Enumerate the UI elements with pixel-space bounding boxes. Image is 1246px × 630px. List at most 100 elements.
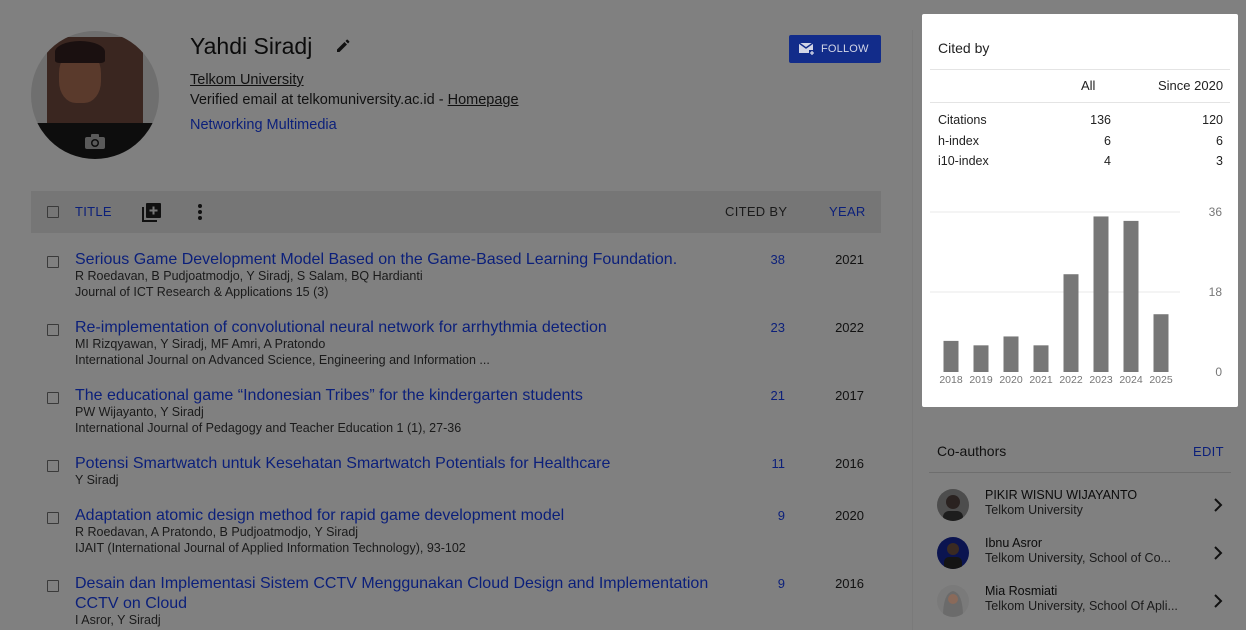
camera-icon[interactable] bbox=[84, 132, 106, 150]
coauthor-avatar bbox=[937, 489, 969, 521]
coauthors-title: Co-authors bbox=[937, 443, 1007, 459]
chevron-right-icon bbox=[1214, 498, 1223, 512]
edit-pencil-icon[interactable] bbox=[334, 37, 352, 55]
x-tick-label: 2019 bbox=[969, 374, 993, 386]
article-title-link[interactable]: Desain dan Implementasi Sistem CCTV Meng… bbox=[75, 574, 725, 614]
chart-bar-2018[interactable] bbox=[943, 340, 959, 372]
x-tick-label: 2021 bbox=[1029, 374, 1053, 386]
article-authors: I Asror, Y Siradj bbox=[75, 613, 161, 627]
article-year: 2020 bbox=[835, 508, 864, 523]
verified-email-text: Verified email at telkomuniversity.ac.id… bbox=[190, 92, 448, 108]
add-article-icon[interactable] bbox=[142, 202, 162, 222]
chart-bar-2019[interactable] bbox=[973, 345, 989, 372]
row-checkbox[interactable] bbox=[47, 324, 59, 336]
x-tick-label: 2025 bbox=[1149, 374, 1173, 386]
cited-by-count-link[interactable]: 9 bbox=[778, 508, 785, 523]
coauthor-avatar bbox=[937, 537, 969, 569]
x-tick-label: 2024 bbox=[1119, 374, 1143, 386]
profile-avatar[interactable] bbox=[31, 31, 159, 159]
coauthor-affiliation: Telkom University, School of Co... bbox=[985, 551, 1171, 565]
x-tick-label: 2023 bbox=[1089, 374, 1113, 386]
article-venue: International Journal of Pedagogy and Te… bbox=[75, 421, 462, 435]
article-authors: R Roedavan, B Pudjoatmodjo, Y Siradj, S … bbox=[75, 269, 423, 283]
cited-by-count-link[interactable]: 9 bbox=[778, 576, 785, 591]
chevron-right-icon bbox=[1214, 594, 1223, 608]
x-tick-label: 2018 bbox=[939, 374, 963, 386]
profile-name: Yahdi Siradj bbox=[190, 33, 313, 59]
table-row: Adaptation atomic design method for rapi… bbox=[31, 506, 881, 558]
follow-button[interactable]: FOLLOW bbox=[789, 35, 881, 63]
table-row: Desain dan Implementasi Sistem CCTV Meng… bbox=[31, 574, 881, 630]
research-interest-link[interactable]: Networking Multimedia bbox=[190, 117, 337, 133]
metric-label: i10-index bbox=[938, 154, 989, 168]
chevron-right-icon bbox=[1214, 546, 1223, 560]
row-checkbox[interactable] bbox=[47, 392, 59, 404]
cited-by-count-link[interactable]: 21 bbox=[771, 388, 785, 403]
coauthor-avatar bbox=[937, 585, 969, 617]
article-year: 2016 bbox=[835, 576, 864, 591]
chart-bar-2024[interactable] bbox=[1123, 220, 1139, 372]
article-title-link[interactable]: Serious Game Development Model Based on … bbox=[75, 250, 725, 270]
chart-bar-2023[interactable] bbox=[1093, 216, 1109, 372]
divider bbox=[930, 69, 1230, 70]
articles-table-header: TITLE CITED BY YEAR bbox=[31, 191, 881, 233]
article-title-link[interactable]: The educational game “Indonesian Tribes”… bbox=[75, 386, 725, 406]
article-year: 2016 bbox=[835, 456, 864, 471]
coauthor-item[interactable]: PIKIR WISNU WIJAYANTO Telkom University bbox=[937, 485, 1231, 525]
citations-per-year-chart: 0 18 36 2018 2019 2020 2021 2022 2023 2024 2025 bbox=[930, 205, 1223, 386]
table-row: The educational game “Indonesian Tribes”… bbox=[31, 386, 881, 438]
y-tick-label: 0 bbox=[1215, 365, 1222, 379]
metric-since-value: 120 bbox=[1202, 113, 1223, 127]
table-row: Re-implementation of convolutional neura… bbox=[31, 318, 881, 370]
coauthor-name: Ibnu Asror bbox=[985, 536, 1042, 550]
row-checkbox[interactable] bbox=[47, 580, 59, 592]
coauthor-name: PIKIR WISNU WIJAYANTO bbox=[985, 488, 1138, 502]
metric-all-value: 136 bbox=[1090, 113, 1111, 127]
cited-by-count-link[interactable]: 38 bbox=[771, 252, 785, 267]
select-all-checkbox[interactable] bbox=[47, 206, 59, 218]
chart-bar-2021[interactable] bbox=[1033, 345, 1049, 372]
chart-bar-2020[interactable] bbox=[1003, 336, 1019, 372]
article-title-link[interactable]: Potensi Smartwatch untuk Kesehatan Smart… bbox=[75, 454, 725, 474]
sort-by-year-header[interactable]: YEAR bbox=[829, 204, 866, 219]
metric-label: h-index bbox=[938, 134, 979, 148]
cited-by-count-link[interactable]: 23 bbox=[771, 320, 785, 335]
coauthor-item[interactable]: Mia Rosmiati Telkom University, School O… bbox=[937, 581, 1231, 621]
row-checkbox[interactable] bbox=[47, 512, 59, 524]
coauthor-affiliation: Telkom University bbox=[985, 503, 1083, 517]
verified-email-line: Verified email at telkomuniversity.ac.id… bbox=[190, 92, 519, 108]
cited-by-title: Cited by bbox=[938, 40, 990, 56]
sort-by-title-header[interactable]: TITLE bbox=[75, 204, 112, 219]
article-title-link[interactable]: Adaptation atomic design method for rapi… bbox=[75, 506, 725, 526]
chart-bar-2022[interactable] bbox=[1063, 274, 1079, 372]
chart-bar-2025[interactable] bbox=[1153, 314, 1169, 372]
article-year: 2022 bbox=[835, 320, 864, 335]
x-tick-label: 2022 bbox=[1059, 374, 1083, 386]
y-tick-label: 36 bbox=[1209, 205, 1223, 219]
article-venue: IJAIT (International Journal of Applied … bbox=[75, 541, 466, 555]
mail-follow-icon bbox=[799, 42, 815, 56]
row-checkbox[interactable] bbox=[47, 256, 59, 268]
y-tick-label: 18 bbox=[1209, 285, 1223, 299]
article-venue: International Journal on Advanced Scienc… bbox=[75, 353, 490, 367]
homepage-link[interactable]: Homepage bbox=[448, 92, 519, 108]
x-tick-label: 2020 bbox=[999, 374, 1023, 386]
table-row: Potensi Smartwatch untuk Kesehatan Smart… bbox=[31, 454, 881, 490]
metric-all-value: 6 bbox=[1104, 134, 1111, 148]
metric-all-value: 4 bbox=[1104, 154, 1111, 168]
cited-by-count-link[interactable]: 11 bbox=[772, 456, 786, 471]
affiliation-link[interactable]: Telkom University bbox=[190, 72, 304, 88]
article-title-link[interactable]: Re-implementation of convolutional neura… bbox=[75, 318, 725, 338]
divider bbox=[930, 102, 1230, 103]
more-options-icon[interactable] bbox=[194, 202, 206, 222]
metric-since-value: 3 bbox=[1216, 154, 1223, 168]
article-year: 2017 bbox=[835, 388, 864, 403]
column-divider bbox=[912, 30, 913, 630]
col-all-header: All bbox=[1081, 78, 1096, 93]
coauthor-name: Mia Rosmiati bbox=[985, 584, 1058, 598]
article-authors: R Roedavan, A Pratondo, B Pudjoatmodjo, … bbox=[75, 525, 359, 539]
row-checkbox[interactable] bbox=[47, 460, 59, 472]
article-authors: Y Siradj bbox=[75, 473, 119, 487]
coauthors-edit-button[interactable]: EDIT bbox=[1193, 444, 1224, 459]
coauthor-item[interactable]: Ibnu Asror Telkom University, School of … bbox=[937, 533, 1231, 573]
